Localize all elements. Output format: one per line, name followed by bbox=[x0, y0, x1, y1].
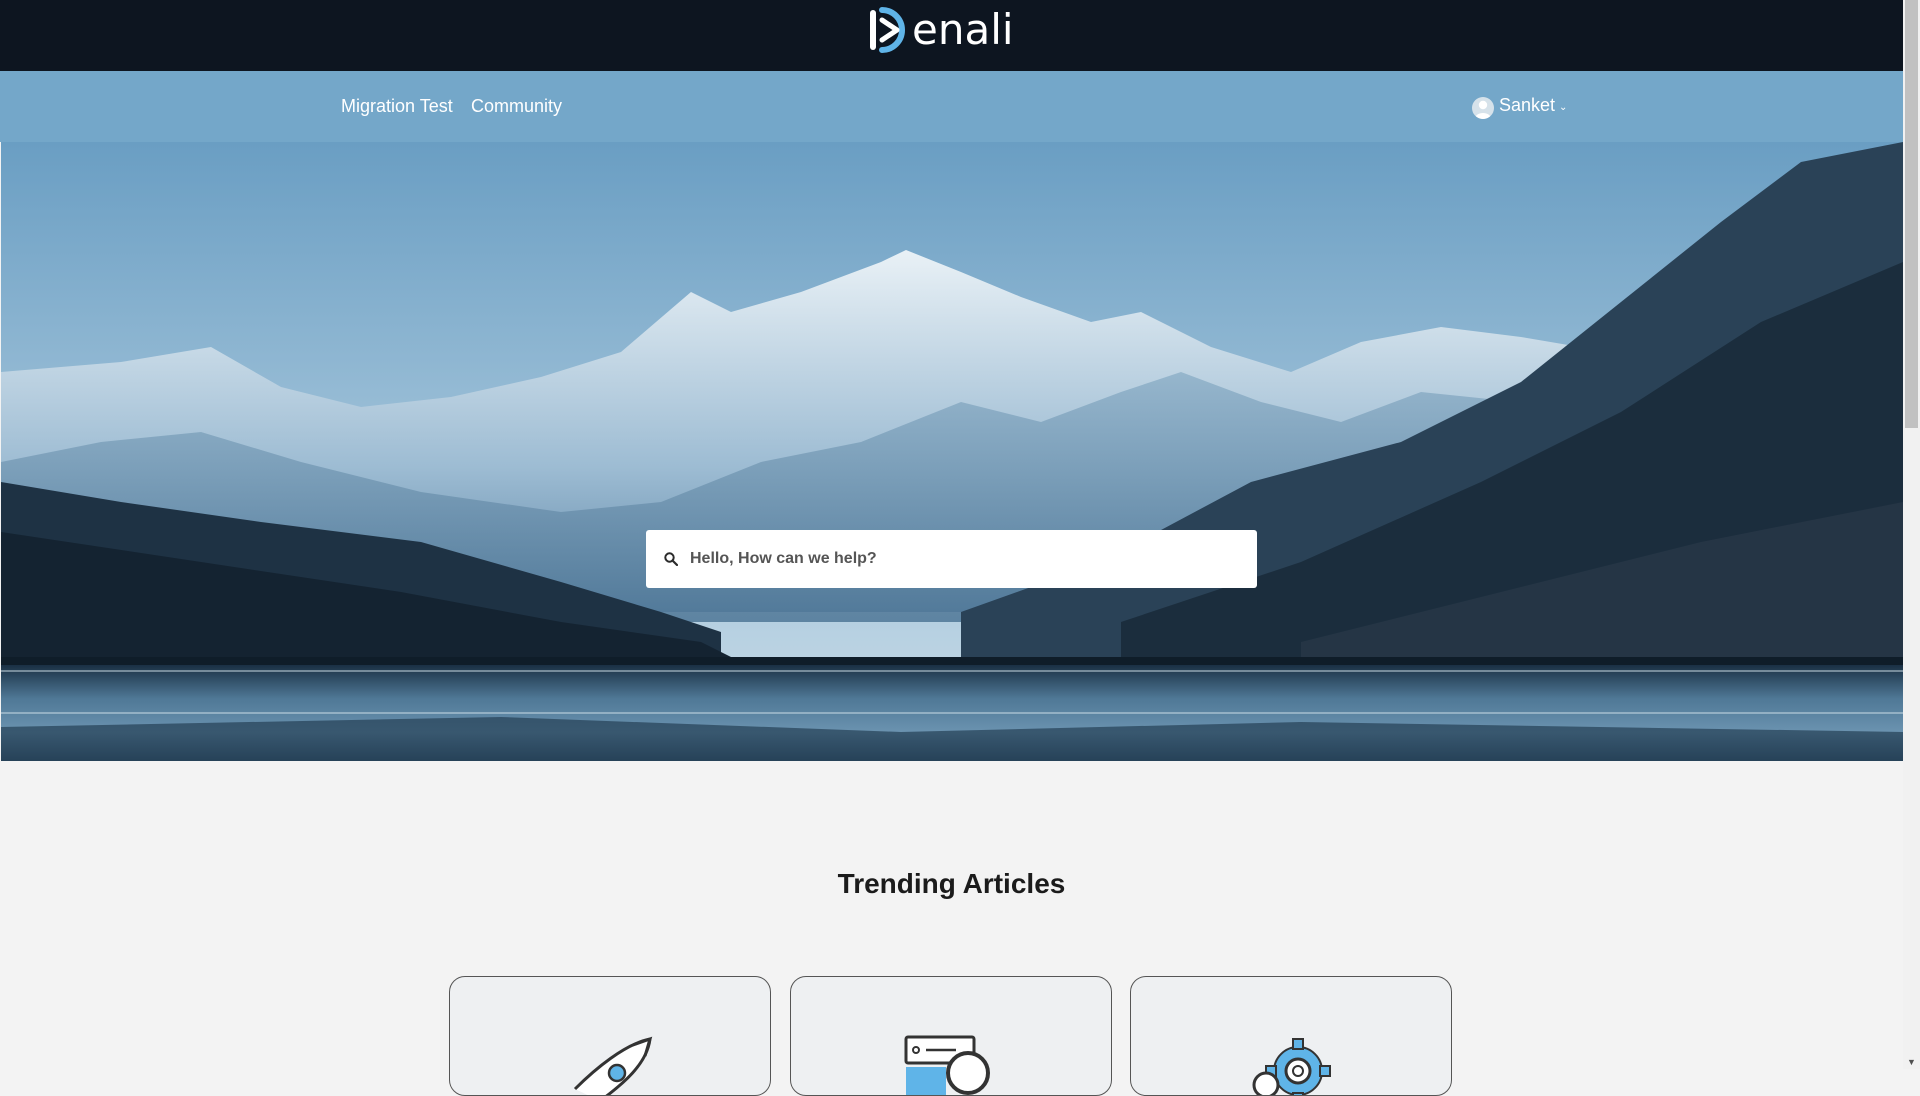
search-icon bbox=[664, 552, 678, 566]
mountain-lake-image bbox=[1, 142, 1903, 761]
brand-logo[interactable]: enali bbox=[862, 2, 1014, 57]
section-title: Trending Articles bbox=[837, 868, 1066, 899]
hero-banner bbox=[1, 142, 1903, 761]
server-search-icon bbox=[896, 1029, 1006, 1095]
chevron-down-icon: ⌄ bbox=[1559, 101, 1568, 113]
logo-mark-icon bbox=[870, 7, 905, 53]
article-card[interactable] bbox=[1130, 976, 1452, 1096]
scrollbar-thumb[interactable] bbox=[1905, 0, 1918, 428]
search-input[interactable] bbox=[688, 549, 1232, 569]
user-name: Sanket bbox=[1499, 94, 1556, 115]
article-card[interactable] bbox=[449, 976, 771, 1096]
nav-link-community[interactable]: Community bbox=[471, 96, 562, 117]
user-avatar-icon bbox=[1472, 97, 1494, 119]
search-box[interactable] bbox=[646, 530, 1257, 588]
user-menu[interactable]: Sanket ⌄ bbox=[1472, 92, 1568, 119]
nav-link-migration-test[interactable]: Migration Test bbox=[341, 96, 453, 117]
nav-bar bbox=[0, 71, 1903, 142]
rocket-icon bbox=[555, 1029, 665, 1095]
scroll-down-arrow-icon[interactable]: ▼ bbox=[1907, 1057, 1916, 1067]
scrollbar[interactable]: ▼ bbox=[1903, 0, 1920, 1069]
article-card[interactable] bbox=[790, 976, 1112, 1096]
brand-name: enali bbox=[912, 4, 1014, 54]
gear-icon bbox=[1236, 1029, 1346, 1095]
